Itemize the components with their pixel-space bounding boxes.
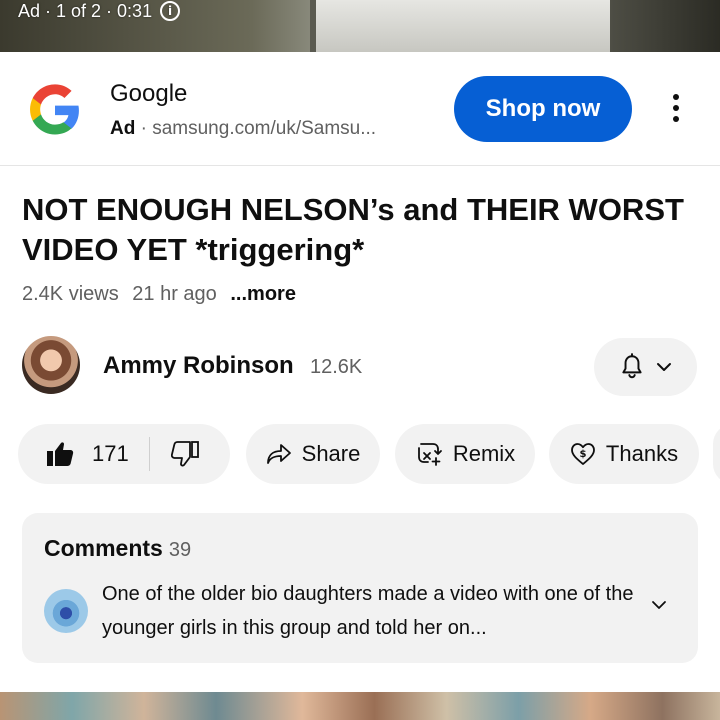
share-button[interactable]: Share bbox=[246, 424, 380, 484]
ad-advertiser-row: Google Ad · samsung.com/uk/Samsu... Shop… bbox=[0, 52, 720, 166]
chevron-down-icon bbox=[656, 363, 671, 371]
subscriber-count: 12.6K bbox=[310, 356, 363, 378]
channel-avatar[interactable] bbox=[22, 336, 80, 394]
thanks-label: Thanks bbox=[605, 441, 679, 466]
bell-icon bbox=[621, 353, 642, 379]
advertiser-url[interactable]: samsung.com/uk/Samsu... bbox=[152, 118, 376, 139]
thumbs-up-icon bbox=[47, 442, 74, 466]
thanks-heart-dollar-icon: $ bbox=[571, 443, 595, 465]
svg-text:$: $ bbox=[579, 449, 586, 460]
comments-panel[interactable]: Comments 39 One of the older bio daughter… bbox=[22, 513, 698, 663]
kebab-dot bbox=[673, 94, 679, 100]
meta-separator: · bbox=[140, 118, 147, 139]
ad-badge: Ad bbox=[110, 118, 136, 139]
thumbs-down-icon bbox=[170, 441, 199, 467]
remix-button[interactable]: Remix bbox=[395, 424, 535, 484]
like-dislike-group: 171 bbox=[18, 424, 230, 484]
video-title[interactable]: NOT ENOUGH NELSON’s and THEIR WORST VIDE… bbox=[22, 190, 702, 270]
advertiser-meta: Ad · samsung.com/uk/Samsu... bbox=[110, 118, 376, 140]
upload-age: 21 hr ago bbox=[132, 283, 217, 305]
kebab-dot bbox=[673, 105, 679, 111]
commenter-avatar bbox=[44, 589, 88, 633]
chevron-down-icon[interactable] bbox=[650, 599, 668, 611]
share-label: Share bbox=[301, 441, 361, 466]
advertiser-name[interactable]: Google bbox=[110, 80, 187, 108]
share-arrow-icon bbox=[266, 444, 291, 464]
info-icon[interactable]: i bbox=[160, 1, 181, 21]
like-button[interactable]: 171 bbox=[18, 424, 129, 484]
shop-now-button[interactable]: Shop now bbox=[454, 76, 632, 142]
comments-label: Comments bbox=[44, 535, 163, 561]
channel-name[interactable]: Ammy Robinson bbox=[103, 352, 294, 380]
dislike-button[interactable] bbox=[150, 424, 220, 484]
google-logo-icon bbox=[30, 84, 79, 135]
comments-count: 39 bbox=[168, 539, 192, 561]
video-stats[interactable]: 2.4K views 21 hr ago ...more bbox=[22, 283, 296, 306]
ad-counter: Ad · 1 of 2 · 0:31 i bbox=[18, 0, 181, 22]
video-frame bbox=[310, 0, 610, 52]
more-actions-button[interactable] bbox=[713, 424, 720, 484]
remix-icon bbox=[417, 443, 442, 466]
more-link[interactable]: ...more bbox=[230, 283, 296, 305]
ad-video-player[interactable]: Ad · 1 of 2 · 0:31 i bbox=[0, 0, 720, 52]
ad-counter-text: Ad · 1 of 2 · 0:31 bbox=[18, 0, 153, 21]
like-count: 171 bbox=[92, 441, 129, 466]
top-comment-text: One of the older bio daughters made a vi… bbox=[102, 583, 634, 639]
next-video-thumbnail[interactable] bbox=[0, 692, 720, 720]
kebab-dot bbox=[673, 116, 679, 122]
thanks-button[interactable]: $ Thanks bbox=[549, 424, 699, 484]
notification-button[interactable] bbox=[594, 338, 697, 396]
comments-header: Comments 39 bbox=[44, 535, 191, 562]
remix-label: Remix bbox=[452, 441, 516, 466]
view-count: 2.4K views bbox=[22, 283, 119, 305]
more-vert-icon[interactable] bbox=[664, 88, 688, 128]
